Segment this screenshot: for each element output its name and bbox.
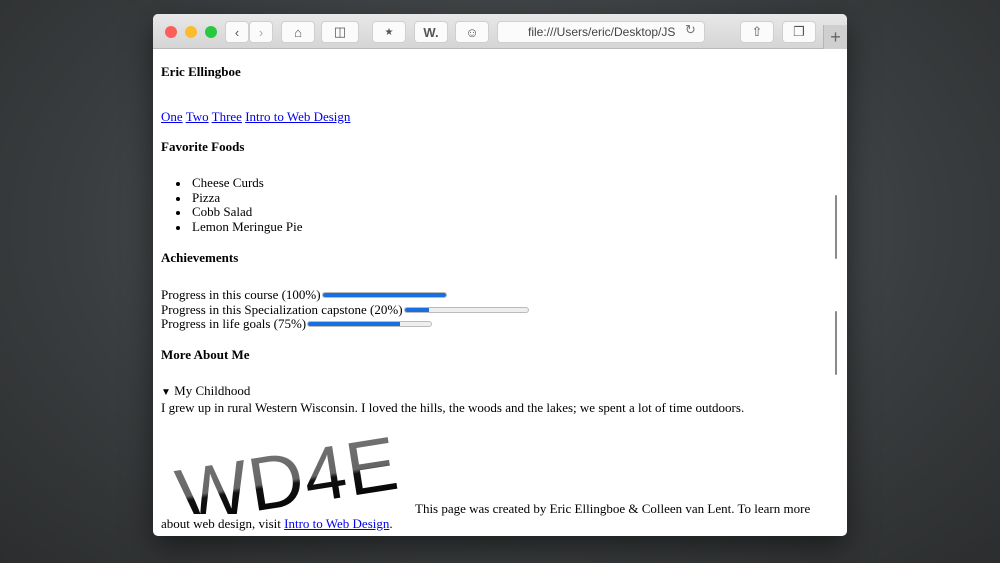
sidebar-icon[interactable]: ◫ (321, 21, 359, 43)
list-item: Cheese Curds (161, 175, 302, 191)
foods-list: Cheese Curds Pizza Cobb Salad Lemon Meri… (161, 175, 302, 235)
close-button[interactable] (165, 26, 177, 38)
zoom-button[interactable] (205, 26, 217, 38)
bookmark-star-icon[interactable]: ★ (372, 21, 406, 43)
scrollbar[interactable] (835, 195, 837, 259)
footer-end: . (389, 515, 393, 531)
footer-link[interactable]: Intro to Web Design (284, 516, 389, 531)
progress-fill (404, 307, 430, 312)
wd4e-logo: WD4E (171, 421, 404, 514)
achievements-heading: Achievements (161, 250, 239, 265)
details-summary[interactable]: ▼ My Childhood (161, 383, 744, 401)
reload-icon[interactable]: ↻ (685, 23, 696, 38)
browser-window: ‹ › ⌂ ◫ ★ W. ☺ file:///Users/eric/Deskto… (153, 14, 847, 536)
progress-label: Progress in life goals (75%) (161, 316, 307, 332)
more-heading: More About Me (161, 347, 250, 362)
nav-link-two[interactable]: Two (186, 109, 209, 124)
ghost-icon[interactable]: ☺ (455, 21, 489, 43)
progress-bar (321, 292, 447, 299)
progress-label: Progress in this course (100%) (161, 287, 321, 302)
new-tab-button[interactable]: + (823, 25, 847, 49)
footer: This page was created by Eric Ellingboe … (161, 501, 833, 531)
back-icon[interactable]: ‹ (225, 21, 249, 43)
progress-fill (308, 322, 401, 327)
svg-text:WD4E: WD4E (171, 421, 404, 514)
progress-row: Progress in this course (100%) (161, 287, 529, 303)
page-title: Eric Ellingboe (161, 64, 241, 79)
list-item: Lemon Meringue Pie (161, 219, 302, 235)
progress-bar (307, 321, 433, 328)
details-text: I grew up in rural Western Wisconsin. I … (161, 399, 745, 415)
triangle-down-icon: ▼ (161, 387, 171, 398)
list-item: Pizza (161, 190, 302, 206)
share-icon[interactable]: ⇧ (740, 21, 774, 43)
tabs-icon[interactable]: ❐ (782, 21, 816, 43)
progress-list: Progress in this course (100%) Progress … (161, 287, 529, 332)
toolbar: ‹ › ⌂ ◫ ★ W. ☺ file:///Users/eric/Deskto… (153, 14, 847, 49)
nav-link-intro[interactable]: Intro to Web Design (245, 109, 350, 124)
details: ▼ My Childhood I grew up in rural Wester… (161, 383, 745, 415)
nav-links: One Two Three Intro to Web Design (161, 109, 350, 125)
foods-heading: Favorite Foods (161, 139, 245, 154)
nav-link-one[interactable]: One (161, 109, 183, 124)
nav-link-three[interactable]: Three (212, 109, 242, 124)
scrollbar[interactable] (835, 311, 837, 375)
list-item: Cobb Salad (161, 205, 302, 220)
address-bar[interactable]: file:///Users/eric/Desktop/JS (497, 21, 705, 43)
home-icon[interactable]: ⌂ (281, 21, 315, 43)
minimize-button[interactable] (185, 26, 197, 38)
progress-row: Progress in life goals (75%) (161, 317, 529, 332)
progress-bar (403, 306, 529, 313)
progress-label: Progress in this Specialization capstone… (161, 301, 403, 317)
progress-row: Progress in this Specialization capstone… (161, 301, 529, 318)
w-extension-icon[interactable]: W. (414, 21, 448, 43)
forward-icon[interactable]: › (249, 21, 273, 43)
footer-text: This page was created by Eric Ellingboe … (161, 501, 811, 531)
progress-fill (322, 293, 446, 298)
summary-text: My Childhood (174, 383, 251, 398)
url-text: file:///Users/eric/Desktop/JS (528, 25, 676, 39)
